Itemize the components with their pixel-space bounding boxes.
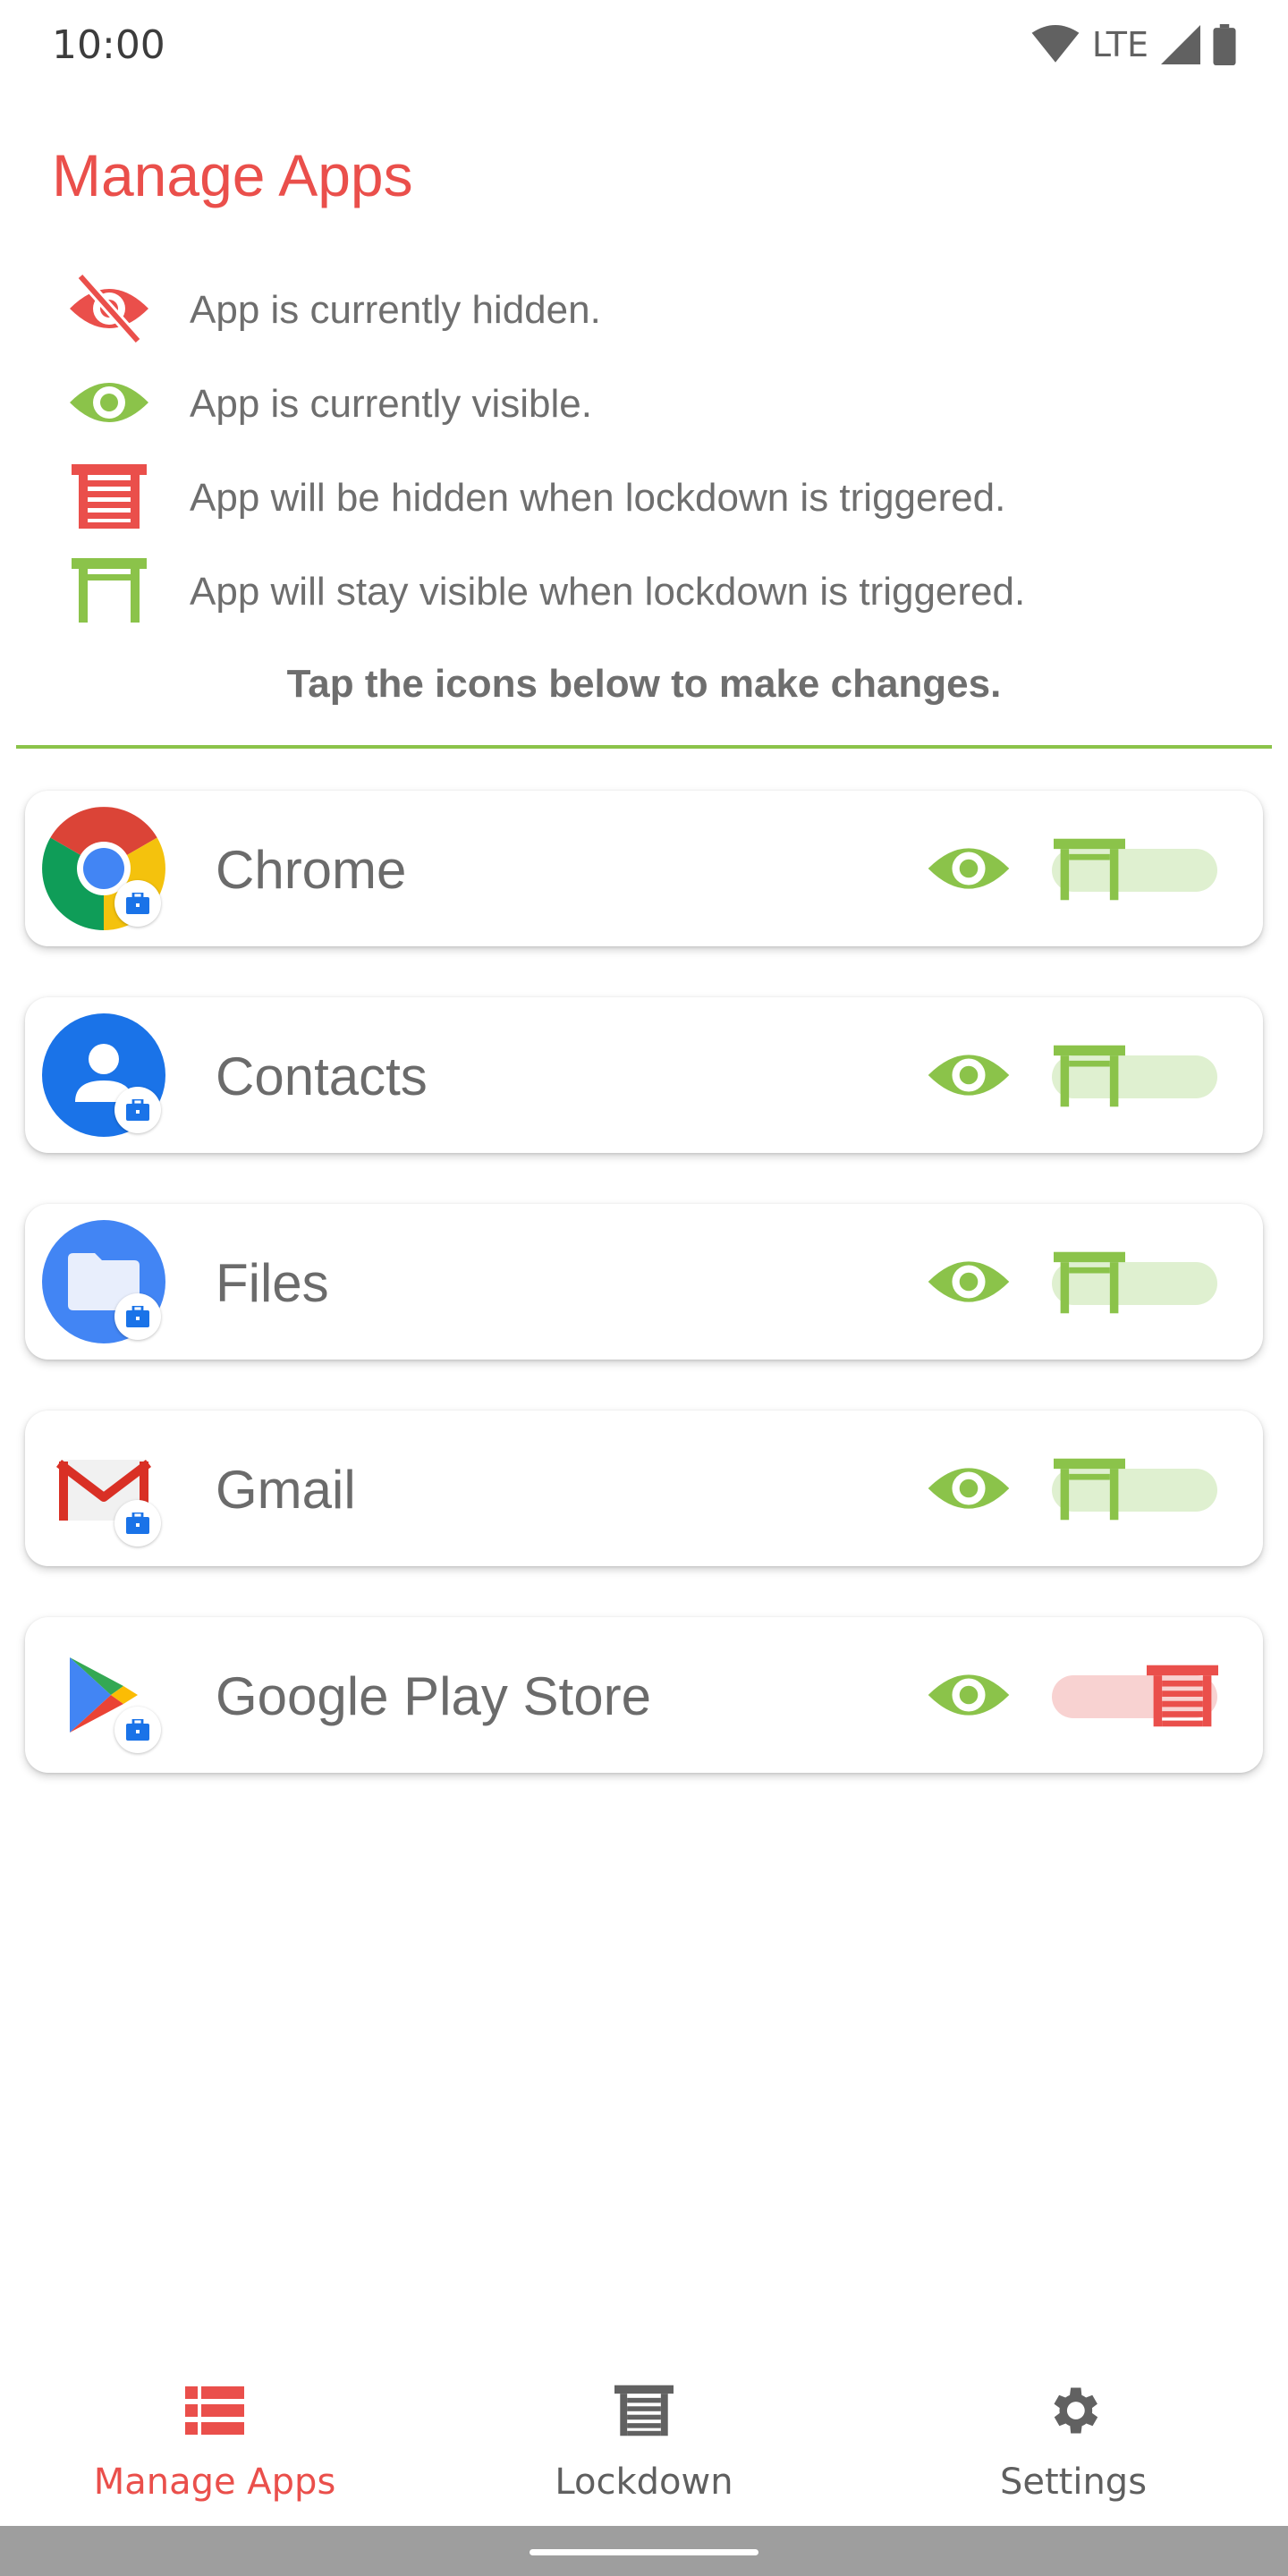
status-time: 10:00 [52, 21, 165, 68]
status-icons: LTE [1031, 24, 1236, 65]
app-name: Chrome [216, 840, 407, 900]
legend-row-hidden: App is currently hidden. [64, 268, 1236, 362]
lockdown-hide-icon [64, 456, 154, 537]
lockdown-toggle[interactable] [1052, 1033, 1222, 1119]
lockdown-toggle[interactable] [1052, 1446, 1222, 1532]
eye-icon [928, 1055, 1010, 1096]
app-card-play-store: Google Play Store [25, 1617, 1263, 1773]
instruction-hint: Tap the icons below to make changes. [286, 662, 1002, 706]
legend: App is currently hidden. App is currentl… [64, 268, 1236, 644]
network-type: LTE [1091, 25, 1148, 64]
app-list: Chrome Contacts Files Gmail Google Play … [25, 791, 1263, 1824]
lockdown-toggle[interactable] [1052, 826, 1222, 912]
legend-row-visible: App is currently visible. [64, 362, 1236, 456]
work-profile-badge [114, 1500, 161, 1546]
nav-item-manage-apps[interactable]: Manage Apps [0, 2379, 429, 2503]
nav-item-settings[interactable]: Settings [859, 2379, 1288, 2503]
visibility-toggle-button[interactable] [919, 1451, 1018, 1526]
system-gesture-bar [0, 2526, 1288, 2576]
lockdown-toggle[interactable] [1052, 1653, 1222, 1739]
list-icon [0, 2379, 429, 2442]
visibility-toggle-button[interactable] [919, 831, 1018, 906]
app-name: Contacts [216, 1046, 428, 1106]
bottom-navigation: Manage Apps Lockdown Settings [0, 2343, 1288, 2522]
lockdown-stay-icon [1052, 1245, 1127, 1320]
work-profile-badge [114, 1293, 161, 1340]
app-card-files: Files [25, 1204, 1263, 1360]
app-name: Files [216, 1253, 329, 1313]
eye-icon [928, 1468, 1010, 1509]
lockdown-stay-icon [1052, 832, 1127, 907]
lockdown-stay-icon [1052, 1038, 1127, 1114]
eye-icon [928, 1261, 1010, 1302]
status-bar: 10:00 LTE [0, 0, 1288, 89]
wifi-icon [1031, 25, 1080, 63]
divider [16, 745, 1272, 749]
work-profile-badge [114, 1707, 161, 1753]
legend-row-lockdown-stay: App will stay visible when lockdown is t… [64, 550, 1236, 644]
legend-text: App will be hidden when lockdown is trig… [190, 476, 1006, 520]
lockdown-icon [429, 2379, 859, 2442]
signal-icon [1161, 25, 1200, 64]
app-name: Gmail [216, 1460, 356, 1520]
nav-item-lockdown[interactable]: Lockdown [429, 2379, 859, 2503]
visibility-toggle-button[interactable] [919, 1244, 1018, 1319]
eye-icon [928, 848, 1010, 889]
legend-text: App will stay visible when lockdown is t… [190, 570, 1026, 614]
nav-label: Lockdown [555, 2462, 733, 2503]
app-card-chrome: Chrome [25, 791, 1263, 946]
app-name: Google Play Store [216, 1666, 651, 1726]
nav-label: Settings [999, 2462, 1148, 2503]
visibility-toggle-button[interactable] [919, 1657, 1018, 1733]
legend-text: App is currently visible. [190, 382, 592, 426]
gear-icon [859, 2379, 1288, 2442]
app-card-contacts: Contacts [25, 997, 1263, 1153]
visibility-toggle-button[interactable] [919, 1038, 1018, 1113]
page-title: Manage Apps [52, 142, 413, 208]
eye-icon [64, 362, 154, 443]
eye-off-icon [64, 268, 154, 349]
battery-icon [1213, 24, 1236, 65]
lockdown-stay-icon [1052, 1452, 1127, 1527]
work-profile-badge [114, 880, 161, 927]
legend-text: App is currently hidden. [190, 288, 601, 332]
nav-label: Manage Apps [93, 2462, 336, 2503]
lockdown-stay-icon [64, 550, 154, 631]
home-gesture-handle[interactable] [530, 2549, 758, 2555]
lockdown-toggle[interactable] [1052, 1240, 1222, 1326]
work-profile-badge [114, 1087, 161, 1133]
lockdown-hide-icon [1145, 1658, 1220, 1733]
eye-icon [928, 1674, 1010, 1716]
app-card-gmail: Gmail [25, 1411, 1263, 1566]
legend-row-lockdown-hide: App will be hidden when lockdown is trig… [64, 456, 1236, 550]
